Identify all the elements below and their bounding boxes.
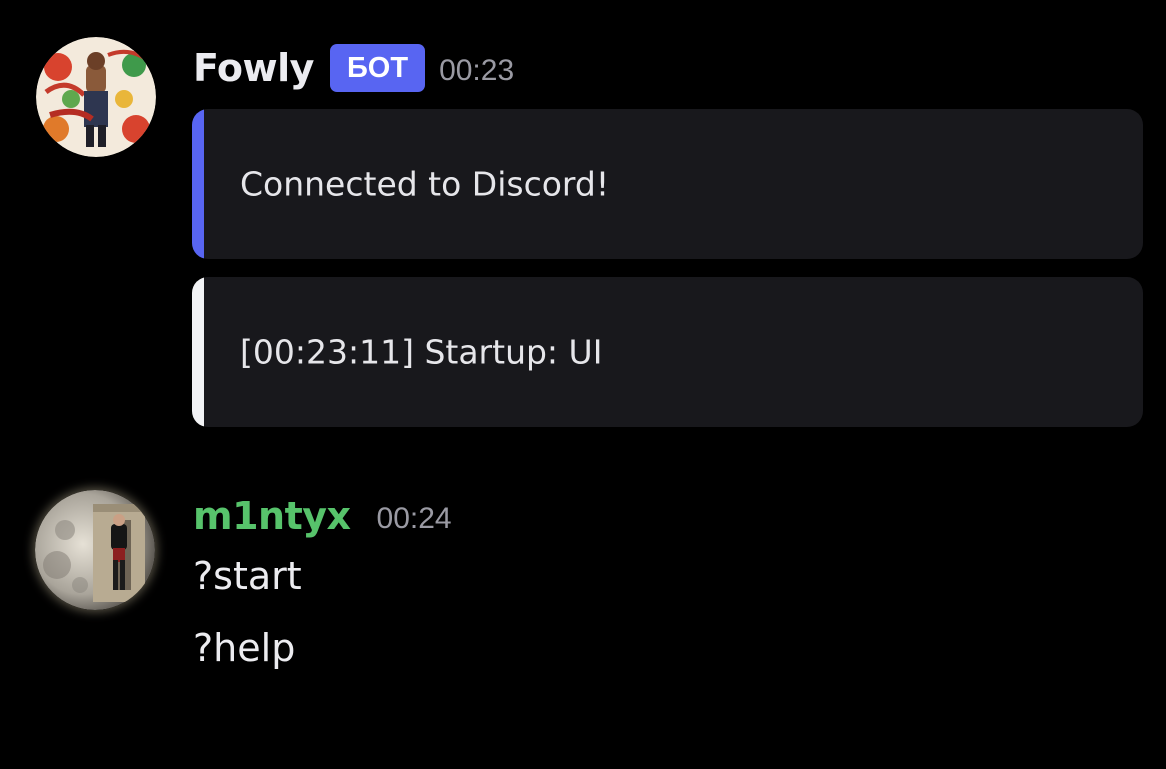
avatar-m1ntyx[interactable] <box>35 490 155 610</box>
album-cover-avatar-icon <box>36 37 156 157</box>
embed-description: [00:23:11] Startup: UI <box>240 332 603 372</box>
embed-description: Connected to Discord! <box>240 164 610 204</box>
embed-accent-bar <box>192 277 204 427</box>
username[interactable]: Fowly <box>193 46 314 90</box>
embed-accent-bar <box>192 109 204 259</box>
embed-startup: [00:23:11] Startup: UI <box>192 277 1143 427</box>
avatar-fowly[interactable] <box>36 37 156 157</box>
message-timestamp[interactable]: 00:24 <box>377 502 452 536</box>
message-content-line: ?help <box>193 626 296 670</box>
message-timestamp[interactable]: 00:23 <box>439 54 514 88</box>
bot-badge: БОТ <box>329 44 426 92</box>
embed-connected: Connected to Discord! <box>192 109 1143 259</box>
moon-photo-avatar-icon <box>35 490 155 610</box>
username[interactable]: m1ntyx <box>193 494 351 538</box>
message-header-fowly: Fowly БОТ 00:23 <box>193 44 514 92</box>
message-header-m1ntyx: m1ntyx 00:24 <box>193 494 452 538</box>
message-content-line: ?start <box>193 554 302 598</box>
